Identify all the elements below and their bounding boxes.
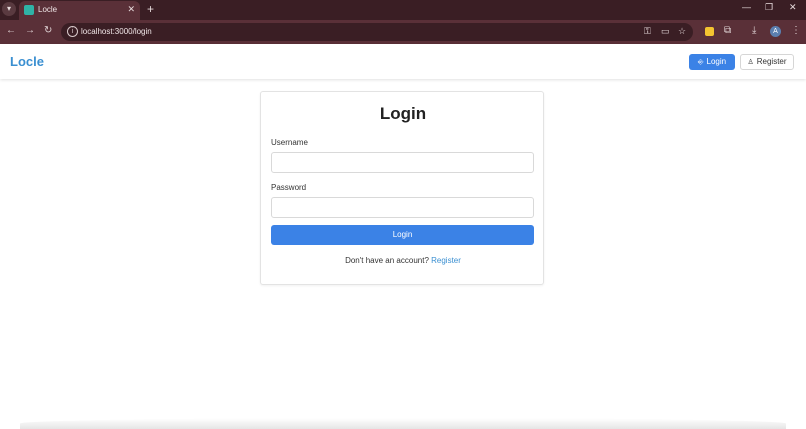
favicon-icon [24, 5, 34, 15]
login-icon: ⎆ [697, 59, 704, 66]
extensions-puzzle-icon[interactable]: ⧉ [724, 25, 731, 36]
browser-tab-bar: ▾ Locle ✕ + — ❐ ✕ [0, 0, 806, 20]
address-bar[interactable]: i localhost:3000/login ⚿ ▭ ☆ [61, 23, 693, 41]
extension-icon[interactable] [705, 27, 714, 36]
install-app-icon[interactable]: ▭ [661, 26, 670, 37]
profile-avatar[interactable]: A [770, 26, 781, 37]
bottom-shadow [20, 418, 786, 429]
login-submit-button[interactable]: Login [271, 225, 534, 245]
tab-title: Locle [38, 5, 58, 14]
restore-icon[interactable]: ❐ [765, 2, 773, 13]
password-key-icon[interactable]: ⚿ [644, 26, 651, 37]
download-icon[interactable]: ⤓ [752, 25, 756, 36]
page-title: Login [379, 104, 427, 123]
back-icon[interactable]: ← [6, 25, 16, 36]
register-link[interactable]: Register [431, 256, 461, 265]
login-card: Login Username Password Login Don't have… [260, 91, 544, 285]
nav-login-label: Login [706, 57, 727, 66]
app-navbar: Locle ⎆ Login ♙ Register [0, 44, 806, 79]
nav-register-label: Register [756, 57, 787, 66]
register-prompt: Don't have an account? Register [261, 256, 545, 265]
address-url[interactable]: localhost:3000/login [81, 27, 152, 36]
browser-toolbar: ← → ↻ i localhost:3000/login ⚿ ▭ ☆ ⧉ ⤓ A… [0, 20, 806, 44]
username-label: Username [271, 138, 308, 147]
bookmark-star-icon[interactable]: ☆ [678, 26, 686, 37]
password-input[interactable] [271, 197, 534, 218]
site-info-icon[interactable]: i [67, 26, 78, 37]
tab-search-icon[interactable]: ▾ [2, 2, 16, 16]
nav-register-button[interactable]: ♙ Register [740, 54, 794, 70]
menu-kebab-icon[interactable]: ⋮ [791, 25, 801, 36]
reload-icon[interactable]: ↻ [44, 25, 52, 36]
close-window-icon[interactable]: ✕ [789, 2, 797, 13]
brand-logo[interactable]: Locle [10, 54, 44, 69]
register-prompt-text: Don't have an account? [345, 256, 429, 265]
new-tab-button[interactable]: + [147, 2, 154, 16]
browser-tab[interactable]: Locle ✕ [19, 1, 140, 20]
username-input[interactable] [271, 152, 534, 173]
nav-login-button[interactable]: ⎆ Login [689, 54, 735, 70]
minimize-icon[interactable]: — [742, 2, 751, 12]
user-icon: ♙ [747, 59, 754, 66]
tab-close-icon[interactable]: ✕ [127, 4, 135, 15]
forward-icon[interactable]: → [25, 25, 35, 36]
password-label: Password [271, 183, 307, 192]
